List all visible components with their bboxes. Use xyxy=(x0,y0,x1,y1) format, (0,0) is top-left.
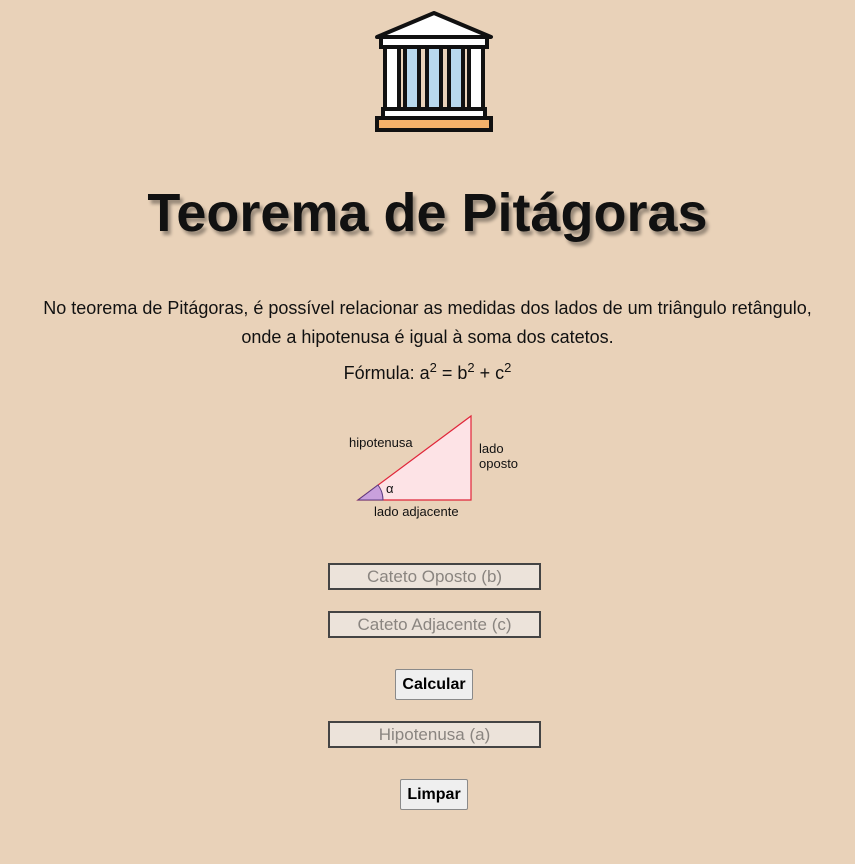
adjacent-label: lado adjacente xyxy=(374,504,459,519)
description-line-2: onde a hipotenusa é igual à soma dos cat… xyxy=(241,327,614,347)
formula-exponent-c: 2 xyxy=(504,360,512,375)
opposite-leg-input[interactable] xyxy=(328,563,541,590)
angle-marker xyxy=(356,484,384,501)
formula-exponent-b: 2 xyxy=(467,360,475,375)
formula-prefix: Fórmula: xyxy=(343,363,420,383)
formula-equals: = xyxy=(436,363,458,383)
adjacent-leg-input[interactable] xyxy=(328,611,541,638)
hypotenuse-label: hipotenusa xyxy=(349,435,413,450)
description-line-1: No teorema de Pitágoras, é possível rela… xyxy=(43,298,812,318)
formula-exponent-a: 2 xyxy=(429,360,437,375)
description: No teorema de Pitágoras, é possível rela… xyxy=(0,294,855,352)
clear-button[interactable]: Limpar xyxy=(400,779,468,810)
opposite-label-line-1: lado xyxy=(479,441,504,456)
greek-temple-icon xyxy=(373,10,495,134)
formula-c: c xyxy=(495,363,505,383)
calculate-button[interactable]: Calcular xyxy=(395,669,473,700)
right-triangle-diagram: hipotenusa lado oposto α lado adjacente xyxy=(340,410,540,525)
angle-label: α xyxy=(386,481,394,496)
opposite-label-line-2: oposto xyxy=(479,456,519,471)
formula-a: a xyxy=(419,363,430,383)
formula-plus: + xyxy=(474,363,496,383)
formula: Fórmula: a2 = b2 + c2 xyxy=(0,360,855,386)
page-title: Teorema de Pitágoras xyxy=(147,183,708,243)
formula-b: b xyxy=(457,363,468,383)
hypotenuse-result-field[interactable] xyxy=(328,721,541,748)
